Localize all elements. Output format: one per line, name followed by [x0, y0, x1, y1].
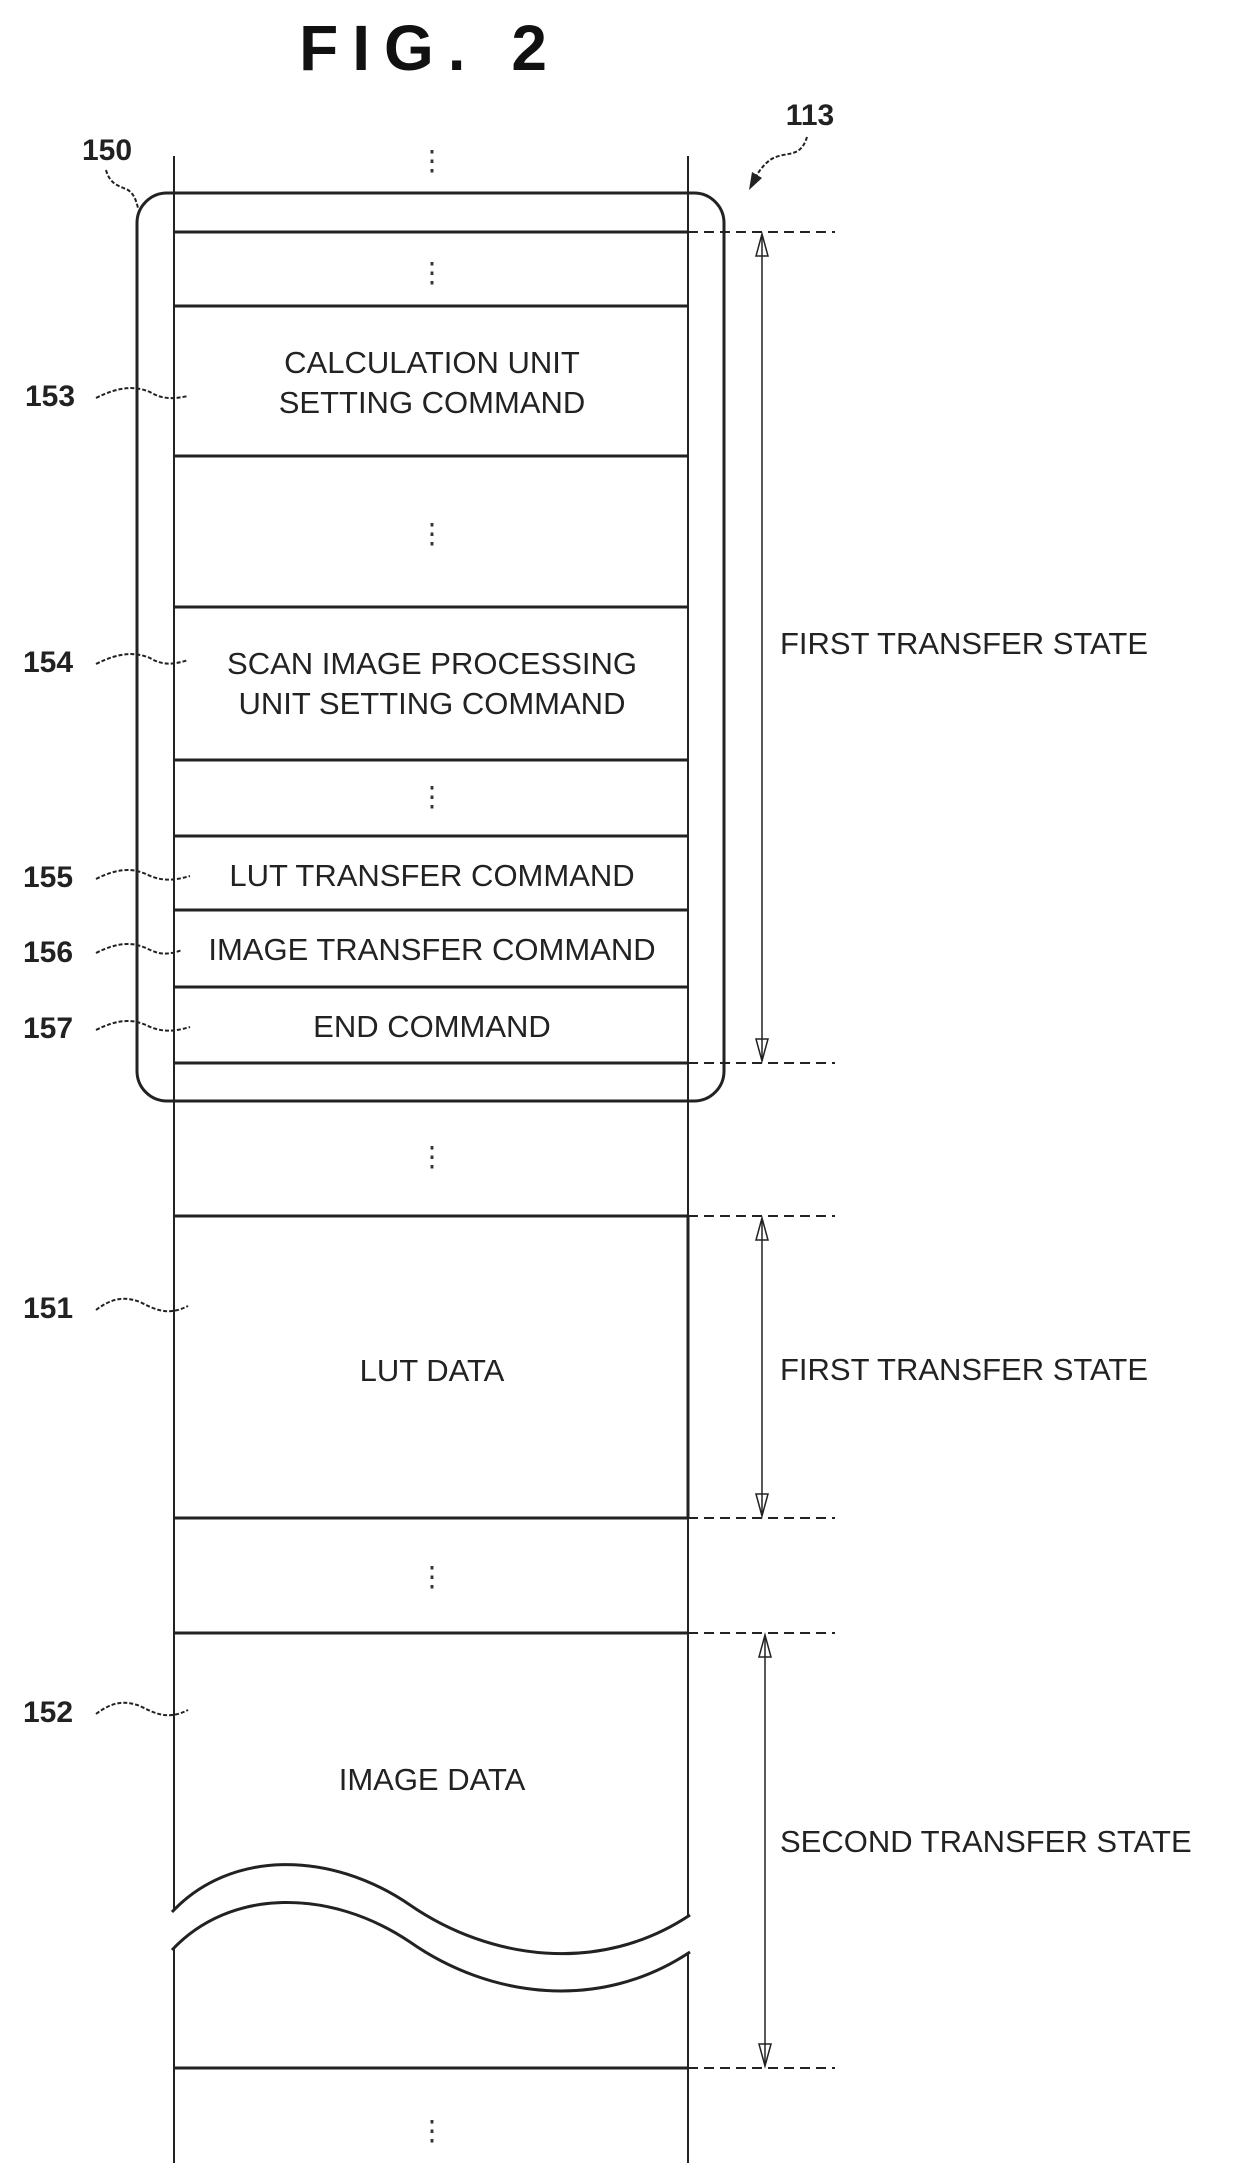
- ref-152: 152: [23, 1696, 73, 1729]
- break-gap: [172, 1864, 690, 1991]
- scan-image-processing-command-line2: UNIT SETTING COMMAND: [239, 686, 626, 721]
- ref-157: 157: [23, 1012, 73, 1045]
- ellipsis-row-3: ⋮: [418, 781, 446, 812]
- ref-113: 113: [786, 99, 834, 132]
- arrow-head-113: [749, 172, 762, 190]
- ref-156: 156: [23, 936, 73, 969]
- lut-transfer-command: LUT TRANSFER COMMAND: [229, 858, 634, 893]
- image-data-label: IMAGE DATA: [339, 1762, 526, 1797]
- ellipsis-bottom: ⋮: [418, 2115, 446, 2146]
- leader-157: [95, 1020, 191, 1032]
- state-label-lut: FIRST TRANSFER STATE: [780, 1352, 1148, 1387]
- leader-156: [95, 943, 183, 955]
- ref-155: 155: [23, 861, 73, 894]
- leader-150: [105, 169, 139, 209]
- ellipsis-row-1: ⋮: [418, 257, 446, 288]
- calc-unit-setting-command-line2: SETTING COMMAND: [279, 385, 586, 420]
- calc-unit-setting-command-line1: CALCULATION UNIT: [284, 345, 580, 380]
- scan-image-processing-command-line1: SCAN IMAGE PROCESSING: [227, 646, 637, 681]
- ref-151: 151: [23, 1292, 73, 1325]
- ellipsis-row-2: ⋮: [418, 518, 446, 549]
- ref-154: 154: [23, 646, 73, 679]
- ellipsis-top: ⋮: [418, 145, 446, 176]
- figure-title: FIG. 2: [299, 12, 561, 84]
- ellipsis-after-commands: ⋮: [418, 1141, 446, 1172]
- ref-150: 150: [82, 134, 132, 167]
- end-command: END COMMAND: [313, 1009, 551, 1044]
- lut-data-label: LUT DATA: [360, 1353, 505, 1388]
- image-transfer-command: IMAGE TRANSFER COMMAND: [208, 932, 655, 967]
- ellipsis-after-lut: ⋮: [418, 1561, 446, 1592]
- state-label-image: SECOND TRANSFER STATE: [780, 1824, 1192, 1859]
- state-label-commands: FIRST TRANSFER STATE: [780, 626, 1148, 661]
- memory-map-diagram: FIG. 2 113 150 ⋮ ⋮ ⋮ ⋮ CALCULATION UNIT …: [23, 12, 1192, 2163]
- ref-153: 153: [25, 380, 75, 413]
- leader-155: [95, 869, 191, 881]
